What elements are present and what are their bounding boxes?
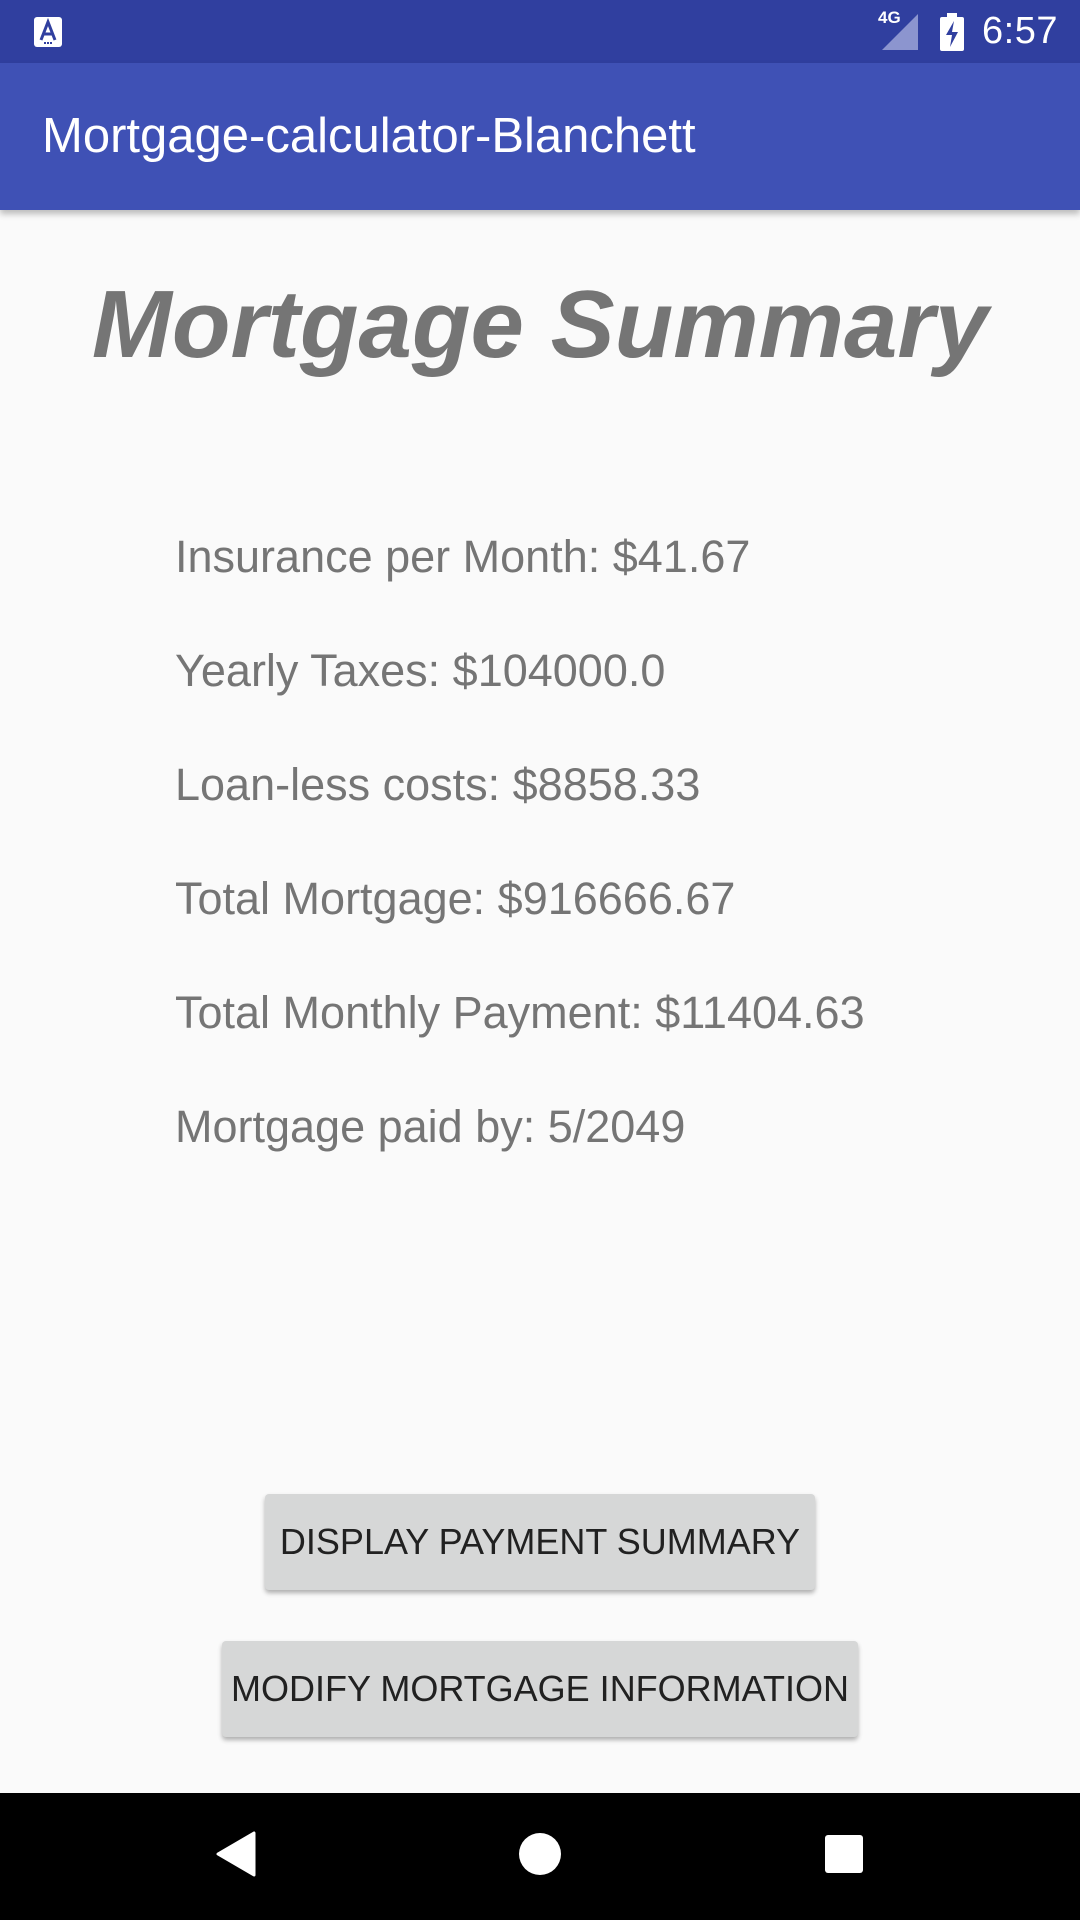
recents-square-icon bbox=[824, 1834, 864, 1879]
home-button[interactable] bbox=[480, 1793, 600, 1920]
modify-mortgage-information-button[interactable]: MODIFY MORTGAGE INFORMATION bbox=[222, 1641, 858, 1737]
total-monthly-payment-text: Total Monthly Payment: $11404.63 bbox=[175, 987, 865, 1038]
cellular-signal-icon: 4G bbox=[878, 8, 922, 52]
app-title: Mortgage-calculator-Blanchett bbox=[42, 109, 696, 163]
screen: 4G 6:57 Mortgage-calculator-Blanchett Mo… bbox=[0, 0, 1080, 1920]
status-icons: 4G 6:57 bbox=[878, 0, 1058, 63]
display-payment-summary-button[interactable]: DISPLAY PAYMENT SUMMARY bbox=[265, 1494, 815, 1590]
back-triangle-icon bbox=[216, 1831, 256, 1882]
total-mortgage-text: Total Mortgage: $916666.67 bbox=[175, 873, 736, 924]
home-circle-icon bbox=[518, 1832, 562, 1881]
insurance-per-month-text: Insurance per Month: $41.67 bbox=[175, 531, 751, 582]
font-a-icon bbox=[33, 16, 63, 48]
recents-button[interactable] bbox=[784, 1793, 904, 1920]
status-bar: 4G 6:57 bbox=[0, 0, 1080, 63]
mortgage-paid-by-text: Mortgage paid by: 5/2049 bbox=[175, 1101, 686, 1152]
navigation-bar bbox=[0, 1793, 1080, 1920]
app-bar: Mortgage-calculator-Blanchett bbox=[0, 63, 1080, 210]
summary-list: Insurance per Month: $41.67 Yearly Taxes… bbox=[175, 500, 865, 1184]
loan-less-costs-text: Loan-less costs: $8858.33 bbox=[175, 759, 701, 810]
yearly-taxes-text: Yearly Taxes: $104000.0 bbox=[175, 645, 666, 696]
back-button[interactable] bbox=[176, 1793, 296, 1920]
page-title: Mortgage Summary bbox=[91, 271, 989, 378]
battery-charging-icon bbox=[940, 12, 965, 51]
clock: 6:57 bbox=[982, 10, 1058, 52]
main-content: Mortgage Summary Insurance per Month: $4… bbox=[0, 210, 1080, 1793]
